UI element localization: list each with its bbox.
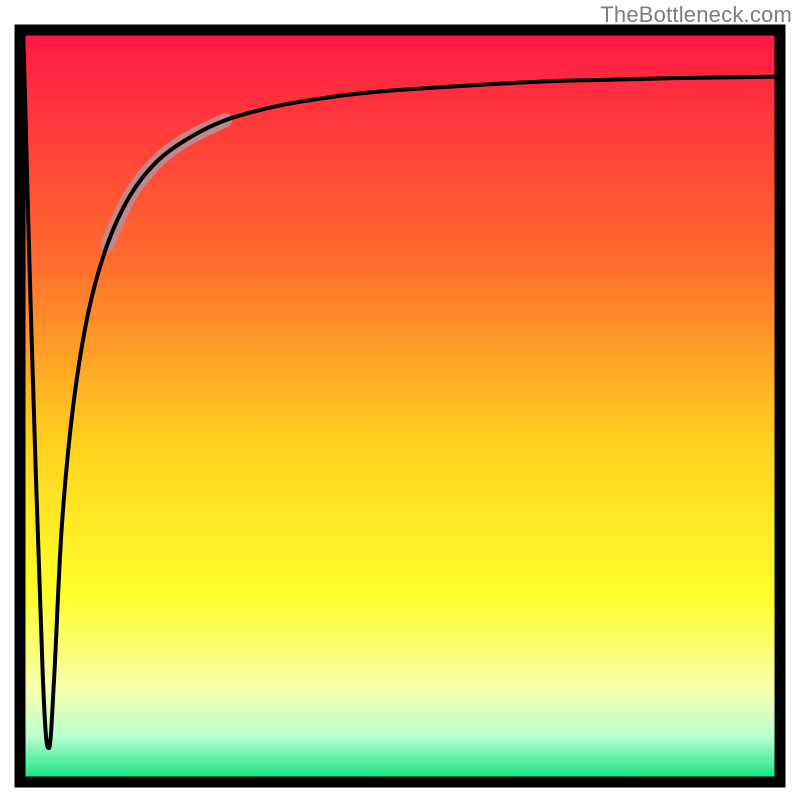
attribution-label: TheBottleneck.com [600, 2, 792, 28]
plot-background-gradient [20, 30, 780, 782]
chart-container: TheBottleneck.com [0, 0, 800, 800]
bottleneck-chart [0, 0, 800, 800]
